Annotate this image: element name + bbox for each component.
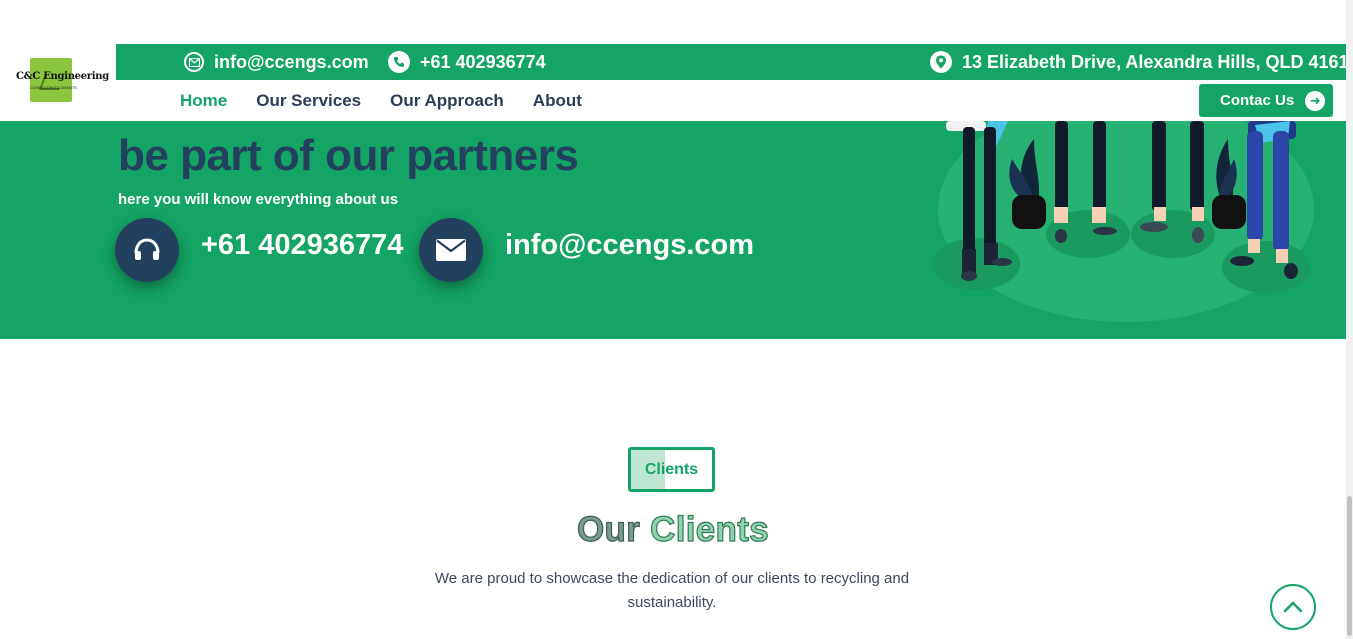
- logo-tagline: CONSULTANTS GRANTS: [30, 85, 77, 90]
- topbar-address-text: 13 Elizabeth Drive, Alexandra Hills, QLD…: [962, 51, 1349, 72]
- hero-section: be part of our partners here you will kn…: [0, 121, 1346, 339]
- clients-badge: Clients: [628, 447, 715, 492]
- clients-description: We are proud to showcase the dedication …: [434, 570, 910, 611]
- nav-menu: Home Our Services Our Approach About: [180, 80, 582, 121]
- nav-item-our-services[interactable]: Our Services: [256, 91, 361, 111]
- topbar-address[interactable]: 13 Elizabeth Drive, Alexandra Hills, QLD…: [930, 44, 1349, 80]
- topbar-email[interactable]: info@ccengs.com: [184, 44, 369, 80]
- envelope-icon[interactable]: [419, 218, 483, 282]
- map-pin-icon: [930, 51, 952, 73]
- arrow-right-icon: ➜: [1305, 90, 1326, 111]
- hero-title: be part of our partners: [118, 131, 579, 180]
- contact-us-button[interactable]: Contac Us ➜: [1199, 84, 1333, 117]
- site-logo[interactable]: C&C Engineering CONSULTANTS GRANTS: [14, 58, 109, 106]
- nav-item-about[interactable]: About: [533, 91, 582, 111]
- contact-us-label: Contac Us: [1220, 92, 1295, 109]
- top-contact-bar: info@ccengs.com +61 402936774 13 Elizabe…: [116, 44, 1349, 80]
- nav-item-our-approach[interactable]: Our Approach: [390, 91, 504, 111]
- hero-subtitle: here you will know everything about us: [118, 191, 399, 208]
- headset-icon[interactable]: [115, 218, 179, 282]
- scrollbar-thumb[interactable]: [1347, 496, 1352, 636]
- phone-icon: [388, 51, 410, 73]
- clients-heading-part1: Our: [576, 509, 641, 549]
- hero-email[interactable]: info@ccengs.com: [505, 229, 754, 262]
- nav-item-home[interactable]: Home: [180, 91, 227, 111]
- logo-brand-name: C&C Engineering: [16, 71, 109, 82]
- topbar-phone[interactable]: +61 402936774: [388, 44, 546, 80]
- clients-heading: Our Clients: [0, 509, 1346, 550]
- page: C&C Engineering CONSULTANTS GRANTS info@…: [0, 0, 1353, 639]
- clients-heading-part2: Clients: [650, 509, 770, 549]
- hero-phone[interactable]: +61 402936774: [201, 229, 403, 262]
- topbar-email-text: info@ccengs.com: [214, 51, 369, 72]
- scroll-to-top-button[interactable]: [1270, 584, 1316, 630]
- chevron-up-icon: [1283, 601, 1303, 613]
- topbar-phone-text: +61 402936774: [420, 51, 546, 72]
- envelope-icon: [184, 52, 204, 72]
- team-illustration: [932, 121, 1314, 322]
- main-navbar: Home Our Services Our Approach About Con…: [116, 80, 1346, 121]
- page-scrollbar[interactable]: [1346, 0, 1353, 639]
